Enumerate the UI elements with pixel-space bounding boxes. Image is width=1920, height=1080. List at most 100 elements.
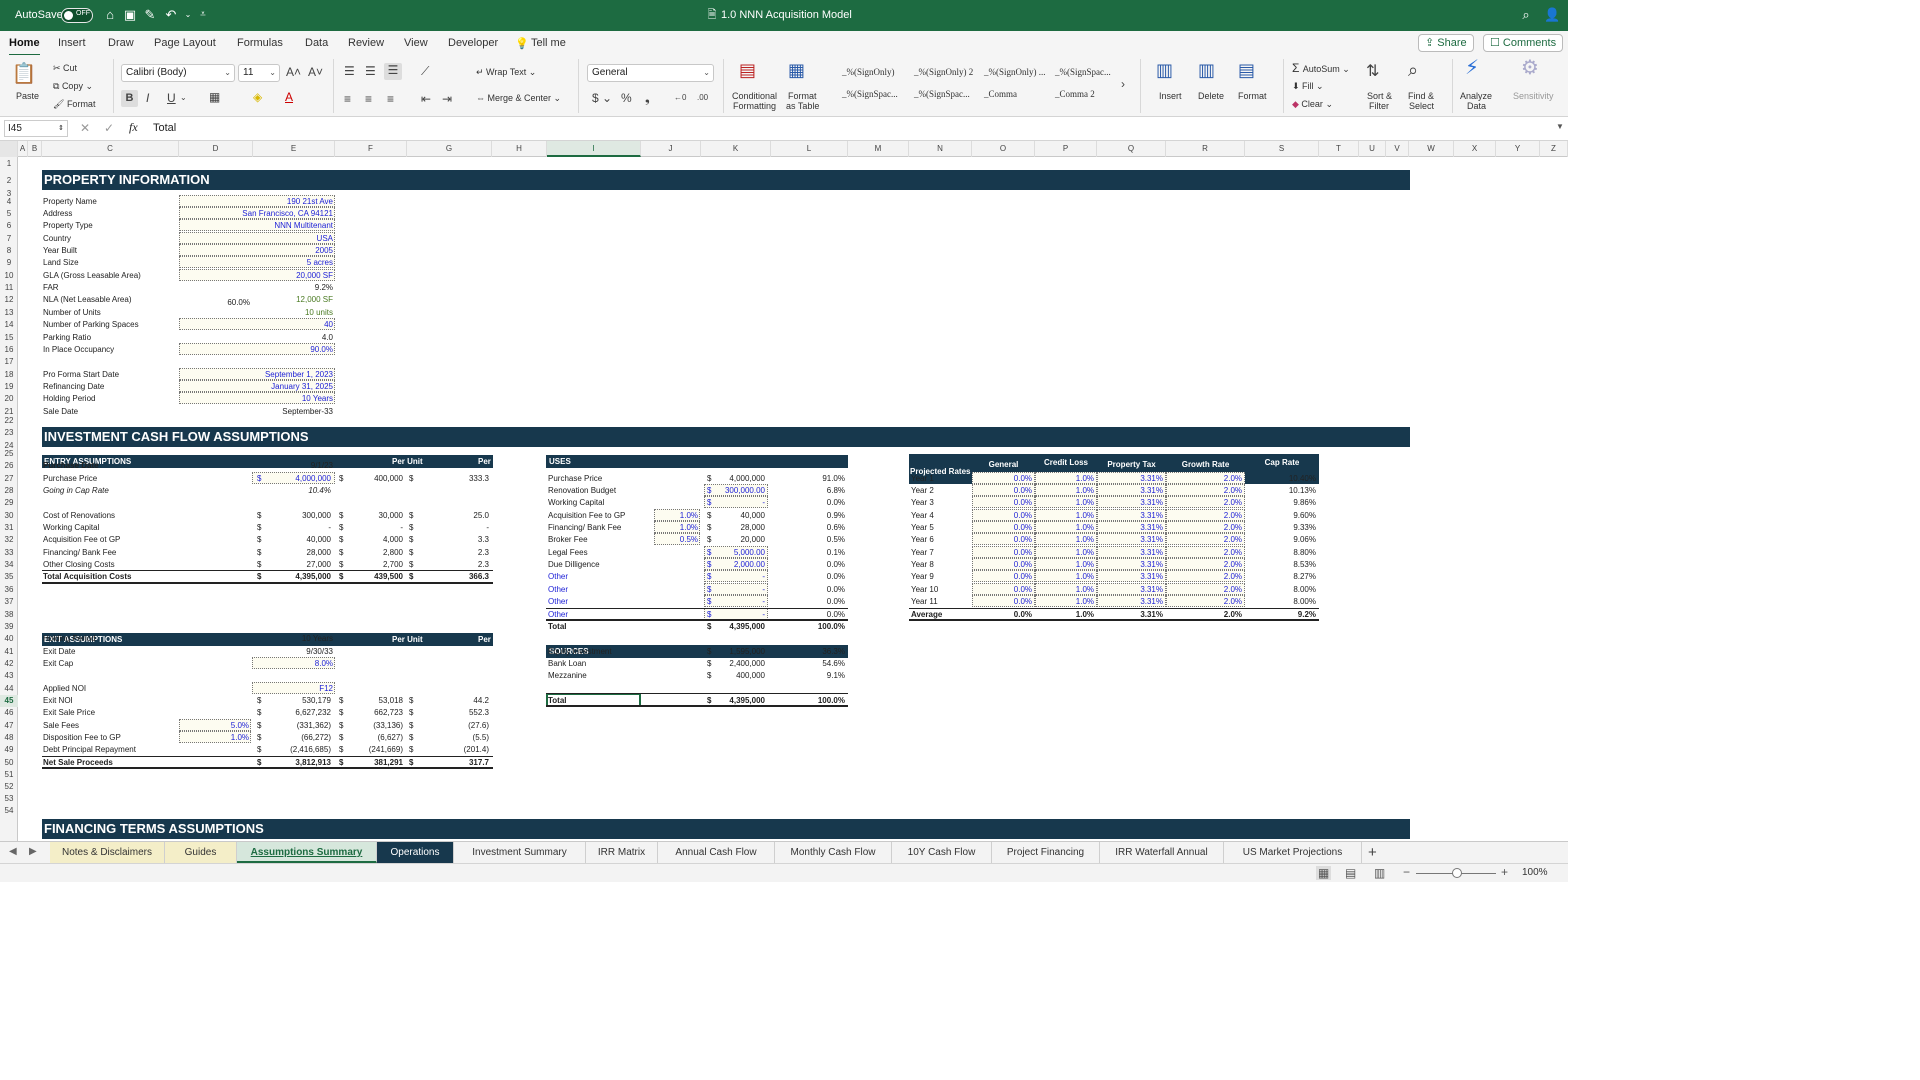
column-header[interactable]: O xyxy=(972,141,1035,157)
fill-button[interactable]: ⬇ Fill ⌄ xyxy=(1292,81,1324,92)
analyze-data-icon[interactable]: ⚡ xyxy=(1465,58,1479,78)
row-header[interactable]: 39 xyxy=(0,621,18,633)
cell-style[interactable]: _%(SignSpac... xyxy=(1055,67,1111,77)
edit-icon[interactable]: ✎ xyxy=(142,7,158,23)
row-header[interactable]: 17 xyxy=(0,356,18,368)
normal-view-icon[interactable]: ▦ xyxy=(1316,866,1332,880)
row-header[interactable]: 54 xyxy=(0,805,18,817)
column-header[interactable]: J xyxy=(641,141,701,157)
row-header[interactable]: 47 xyxy=(0,720,18,732)
row-header[interactable]: 30 xyxy=(0,510,18,522)
row-header[interactable]: 46 xyxy=(0,707,18,719)
row-header[interactable]: 36 xyxy=(0,584,18,596)
column-header[interactable]: A xyxy=(18,141,28,157)
row-header[interactable]: 53 xyxy=(0,793,18,805)
row-header[interactable]: 4 xyxy=(0,196,18,208)
page-layout-view-icon[interactable]: ▤ xyxy=(1345,866,1356,880)
row-header[interactable]: 9 xyxy=(0,257,18,269)
format-cells-label[interactable]: Format xyxy=(1238,91,1267,102)
column-header[interactable]: M xyxy=(848,141,909,157)
copy-button[interactable]: ⧉ Copy ⌄ xyxy=(53,81,93,92)
sort-filter-label2[interactable]: Filter xyxy=(1369,101,1389,112)
zoom-slider-thumb[interactable] xyxy=(1452,868,1462,878)
increase-decimal-icon[interactable]: ←0 xyxy=(674,91,686,105)
delete-cells-label[interactable]: Delete xyxy=(1198,91,1224,102)
row-header[interactable]: 38 xyxy=(0,609,18,621)
format-as-table-icon[interactable]: ▦ xyxy=(788,61,805,79)
column-header[interactable]: V xyxy=(1386,141,1409,157)
tab-view[interactable]: View xyxy=(404,37,428,49)
row-header[interactable]: 6 xyxy=(0,220,18,232)
search-icon[interactable]: ⌕ xyxy=(1518,7,1534,23)
sheet-tab[interactable]: Annual Cash Flow xyxy=(658,842,775,863)
autosum-button[interactable]: Σ AutoSum ⌄ xyxy=(1292,62,1350,75)
window-title[interactable]: 1.0 NNN Acquisition Model xyxy=(721,8,852,22)
row-header[interactable]: 34 xyxy=(0,559,18,571)
row-header[interactable]: 16 xyxy=(0,344,18,356)
sheet-tab[interactable]: IRR Matrix xyxy=(586,842,658,863)
conditional-formatting-icon[interactable]: ▤ xyxy=(739,61,756,79)
column-header[interactable]: R xyxy=(1166,141,1245,157)
cell-style[interactable]: _%(SignSpac... xyxy=(842,89,898,99)
home-icon[interactable]: ⌂ xyxy=(102,7,118,23)
row-header[interactable]: 28 xyxy=(0,485,18,497)
row-header[interactable]: 19 xyxy=(0,381,18,393)
sheet-tab[interactable]: Project Financing xyxy=(992,842,1100,863)
bold-button[interactable]: B xyxy=(121,90,138,107)
font-name-select[interactable]: Calibri (Body) ⌄ xyxy=(121,64,235,82)
tab-page-layout[interactable]: Page Layout xyxy=(154,37,216,49)
row-header[interactable]: 41 xyxy=(0,646,18,658)
sheet-tab[interactable]: Operations xyxy=(377,842,454,863)
row-header[interactable]: 51 xyxy=(0,769,18,781)
select-all[interactable] xyxy=(0,141,18,157)
conditional-formatting-label2[interactable]: Formatting xyxy=(733,101,776,112)
row-header[interactable]: 31 xyxy=(0,522,18,534)
row-header[interactable]: 44 xyxy=(0,683,18,695)
row-header[interactable]: 7 xyxy=(0,233,18,245)
increase-indent-icon[interactable]: ⇥ xyxy=(442,92,452,106)
expand-formula-icon[interactable]: ▼ xyxy=(1556,122,1564,131)
column-header[interactable]: T xyxy=(1319,141,1359,157)
row-header[interactable]: 45 xyxy=(0,694,18,708)
row-header[interactable]: 35 xyxy=(0,571,18,583)
sort-filter-icon[interactable]: ⇅ xyxy=(1366,64,1379,80)
row-header[interactable]: 27 xyxy=(0,473,18,485)
comments-button[interactable]: ☐ Comments xyxy=(1483,34,1564,52)
zoom-level[interactable]: 100% xyxy=(1522,867,1548,878)
find-select-label2[interactable]: Select xyxy=(1409,101,1434,112)
align-center-icon[interactable]: ≡ xyxy=(365,92,372,106)
styles-more-icon[interactable]: › xyxy=(1121,77,1125,91)
format-cells-icon[interactable]: ▤ xyxy=(1238,61,1255,79)
share-button[interactable]: ⇪ Share xyxy=(1418,34,1474,52)
column-header[interactable]: X xyxy=(1454,141,1496,157)
cell-style[interactable]: _%(SignOnly) xyxy=(842,67,895,77)
insert-cells-label[interactable]: Insert xyxy=(1159,91,1182,102)
paste-icon[interactable]: 📋 xyxy=(10,63,38,85)
align-top-icon[interactable]: ☰ xyxy=(344,64,355,78)
column-header[interactable]: H xyxy=(492,141,547,157)
increase-font-icon[interactable]: A˄ xyxy=(286,65,301,79)
sheet-tab[interactable]: IRR Waterfall Annual xyxy=(1100,842,1224,863)
row-header[interactable]: 48 xyxy=(0,732,18,744)
column-header-selected[interactable]: I xyxy=(547,141,641,157)
column-header[interactable]: E xyxy=(253,141,335,157)
sensitivity-label[interactable]: Sensitivity xyxy=(1513,91,1554,102)
row-header[interactable]: 8 xyxy=(0,245,18,257)
align-right-icon[interactable]: ≡ xyxy=(387,92,394,106)
comma-style-icon[interactable]: ❟ xyxy=(645,91,650,105)
undo-dropdown-icon[interactable]: ⌄ xyxy=(180,7,196,23)
row-header[interactable]: 11 xyxy=(0,282,18,294)
column-header[interactable]: Q xyxy=(1097,141,1166,157)
align-left-icon[interactable]: ≡ xyxy=(344,92,351,106)
column-header[interactable]: K xyxy=(701,141,771,157)
decrease-font-icon[interactable]: A˅ xyxy=(308,65,323,79)
column-header[interactable]: Y xyxy=(1496,141,1540,157)
enter-icon[interactable]: ✓ xyxy=(104,121,114,135)
column-header[interactable]: C xyxy=(42,141,179,157)
row-header[interactable]: 26 xyxy=(0,460,18,472)
font-color-icon[interactable]: A xyxy=(285,90,293,104)
prev-sheet-icon[interactable]: ◀ xyxy=(9,846,17,857)
sheet-tab[interactable]: US Market Projections xyxy=(1224,842,1362,863)
orientation-icon[interactable]: ⟋ xyxy=(421,64,429,78)
row-header[interactable]: 43 xyxy=(0,670,18,682)
